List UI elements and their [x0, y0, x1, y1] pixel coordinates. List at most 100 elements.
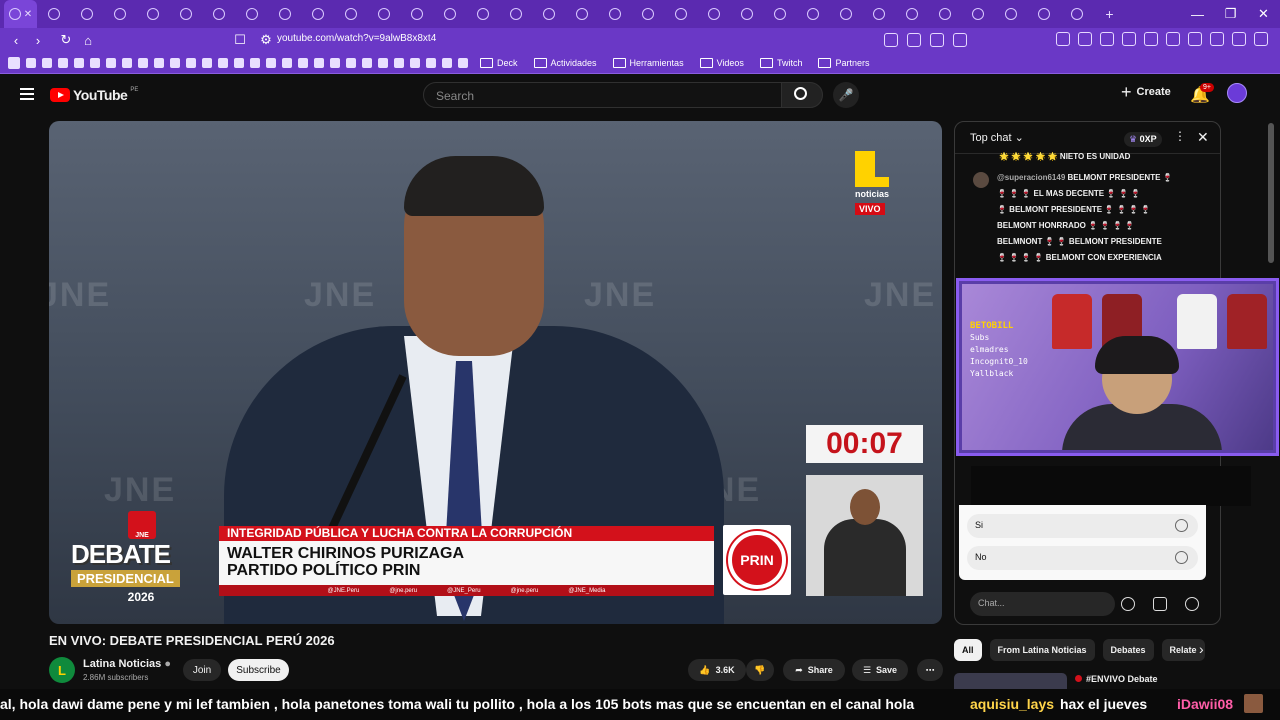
channel-avatar[interactable]: L	[49, 657, 75, 683]
chat-mode-selector[interactable]: Top chat ⌄	[970, 131, 1024, 144]
bookmark-favicon-icon[interactable]	[58, 57, 68, 68]
heart-icon[interactable]	[1185, 597, 1199, 611]
browser-tab[interactable]	[301, 0, 334, 28]
like-button[interactable]: 👍 3.6K	[688, 659, 746, 681]
extension-icon[interactable]	[1056, 32, 1070, 46]
recommended-title[interactable]: #ENVIVO Debate	[1075, 674, 1158, 684]
extension-icon[interactable]	[1078, 32, 1092, 46]
cast-icon[interactable]	[884, 33, 898, 47]
url-field[interactable]: youtube.com/watch?v=9alwB8x8xt4	[277, 33, 436, 44]
bookmark-favicon-icon[interactable]	[410, 57, 420, 68]
music-icon[interactable]	[1144, 32, 1158, 46]
browser-tab[interactable]	[37, 0, 70, 28]
adblock-icon[interactable]	[953, 33, 967, 47]
channel-name[interactable]: Latina Noticias ●	[83, 658, 171, 670]
bookmark-favicon-icon[interactable]	[330, 57, 340, 68]
bookmark-favicon-icon[interactable]	[26, 57, 36, 68]
share-page-icon[interactable]	[907, 33, 921, 47]
browser-tab[interactable]	[631, 0, 664, 28]
wallet-icon[interactable]	[1232, 32, 1246, 46]
browser-tab[interactable]	[730, 0, 763, 28]
back-icon[interactable]: ‹	[6, 28, 26, 52]
restore-icon[interactable]: ❐	[1214, 0, 1247, 28]
browser-tab[interactable]	[796, 0, 829, 28]
browser-tab[interactable]	[928, 0, 961, 28]
bookmark-folder-partners[interactable]: Partners	[818, 58, 869, 68]
browser-tab[interactable]	[763, 0, 796, 28]
browser-tab[interactable]	[70, 0, 103, 28]
subscribe-button[interactable]: Subscribe	[228, 659, 289, 681]
bookmark-folder-twitch[interactable]: Twitch	[760, 58, 803, 68]
browser-tab[interactable]	[367, 0, 400, 28]
browser-tab[interactable]	[565, 0, 598, 28]
bookmark-favicon-icon[interactable]	[90, 57, 100, 68]
browser-tab[interactable]	[433, 0, 466, 28]
dislike-button[interactable]: 👎	[746, 659, 774, 681]
browser-tab[interactable]	[961, 0, 994, 28]
bookmark-favicon-icon[interactable]	[362, 57, 372, 68]
bookmark-favicon-icon[interactable]	[170, 57, 180, 68]
bookmark-deck[interactable]: Deck	[480, 58, 518, 68]
create-button[interactable]: + Create	[1121, 83, 1171, 101]
browser-tab[interactable]	[895, 0, 928, 28]
recommended-thumbnail[interactable]	[954, 673, 1067, 689]
browser-tab[interactable]	[334, 0, 367, 28]
save-button[interactable]: ☰ Save	[852, 659, 908, 681]
bookmark-favicon-icon[interactable]	[106, 57, 116, 68]
chat-points-badge[interactable]: 0XP	[1124, 132, 1162, 147]
browser-tab[interactable]	[136, 0, 169, 28]
bookmark-favicon-icon[interactable]	[378, 57, 388, 68]
video-player[interactable]: JNE JNE JNE JNE JNE JNE noticias VIVO 00…	[49, 121, 942, 624]
close-tab-icon[interactable]: ✕	[24, 9, 32, 20]
browser-tab[interactable]	[1027, 0, 1060, 28]
home-icon[interactable]: ⌂	[78, 28, 98, 52]
chat-input[interactable]: Chat...	[970, 592, 1115, 616]
extension-icon[interactable]	[1188, 32, 1202, 46]
bookmark-favicon-icon[interactable]	[250, 57, 260, 68]
bookmark-favicon-icon[interactable]	[314, 57, 324, 68]
browser-tab[interactable]	[862, 0, 895, 28]
chevron-right-icon[interactable]: ›	[1199, 641, 1204, 657]
browser-tab[interactable]	[829, 0, 862, 28]
microphone-icon[interactable]: 🎤	[833, 82, 859, 108]
bookmark-folder-videos[interactable]: Videos	[700, 58, 744, 68]
browser-tab[interactable]	[994, 0, 1027, 28]
browser-tab[interactable]	[697, 0, 730, 28]
browser-tab[interactable]	[235, 0, 268, 28]
bookmark-favicon-icon[interactable]	[42, 57, 52, 68]
chat-username[interactable]: @superacion6149	[997, 173, 1065, 182]
chat-menu-icon[interactable]: ⋮	[1174, 129, 1186, 143]
share-button[interactable]: ➦ Share	[783, 659, 845, 681]
join-button[interactable]: Join	[183, 659, 221, 681]
browser-tab[interactable]	[202, 0, 235, 28]
poll-option-si[interactable]: Si	[967, 514, 1198, 538]
bookmark-favicon-icon[interactable]	[122, 57, 132, 68]
youtube-logo[interactable]: YouTube PE	[50, 87, 138, 103]
search-input[interactable]: Search	[423, 82, 783, 108]
extension-icon[interactable]	[1122, 32, 1136, 46]
browser-tab[interactable]	[268, 0, 301, 28]
apps-grid-icon[interactable]	[8, 56, 20, 69]
bookmark-favicon-icon[interactable]	[154, 57, 164, 68]
chip-debates[interactable]: Debates	[1102, 639, 1154, 661]
sidebar-icon[interactable]	[1166, 32, 1180, 46]
browser-tab[interactable]	[466, 0, 499, 28]
bookmark-icon[interactable]: ☐	[230, 28, 250, 52]
bookmark-folder-actividades[interactable]: Actividades	[534, 58, 597, 68]
bookmark-favicon-icon[interactable]	[234, 57, 244, 68]
chip-all[interactable]: All	[954, 639, 982, 661]
bookmark-favicon-icon[interactable]	[282, 57, 292, 68]
bookmark-favicon-icon[interactable]	[74, 57, 84, 68]
search-icon[interactable]	[781, 82, 823, 108]
extension-icon[interactable]	[930, 33, 944, 47]
browser-tab[interactable]	[532, 0, 565, 28]
browser-tab[interactable]	[499, 0, 532, 28]
browser-tab[interactable]	[598, 0, 631, 28]
bookmark-folder-herramientas[interactable]: Herramientas	[613, 58, 684, 68]
more-actions-button[interactable]: ⋯	[917, 659, 943, 681]
bookmark-favicon-icon[interactable]	[426, 57, 436, 68]
browser-tab[interactable]	[169, 0, 202, 28]
hamburger-menu-icon[interactable]	[20, 88, 34, 100]
browser-tab-active[interactable]: ✕	[4, 0, 37, 28]
extension-icon[interactable]	[1100, 32, 1114, 46]
